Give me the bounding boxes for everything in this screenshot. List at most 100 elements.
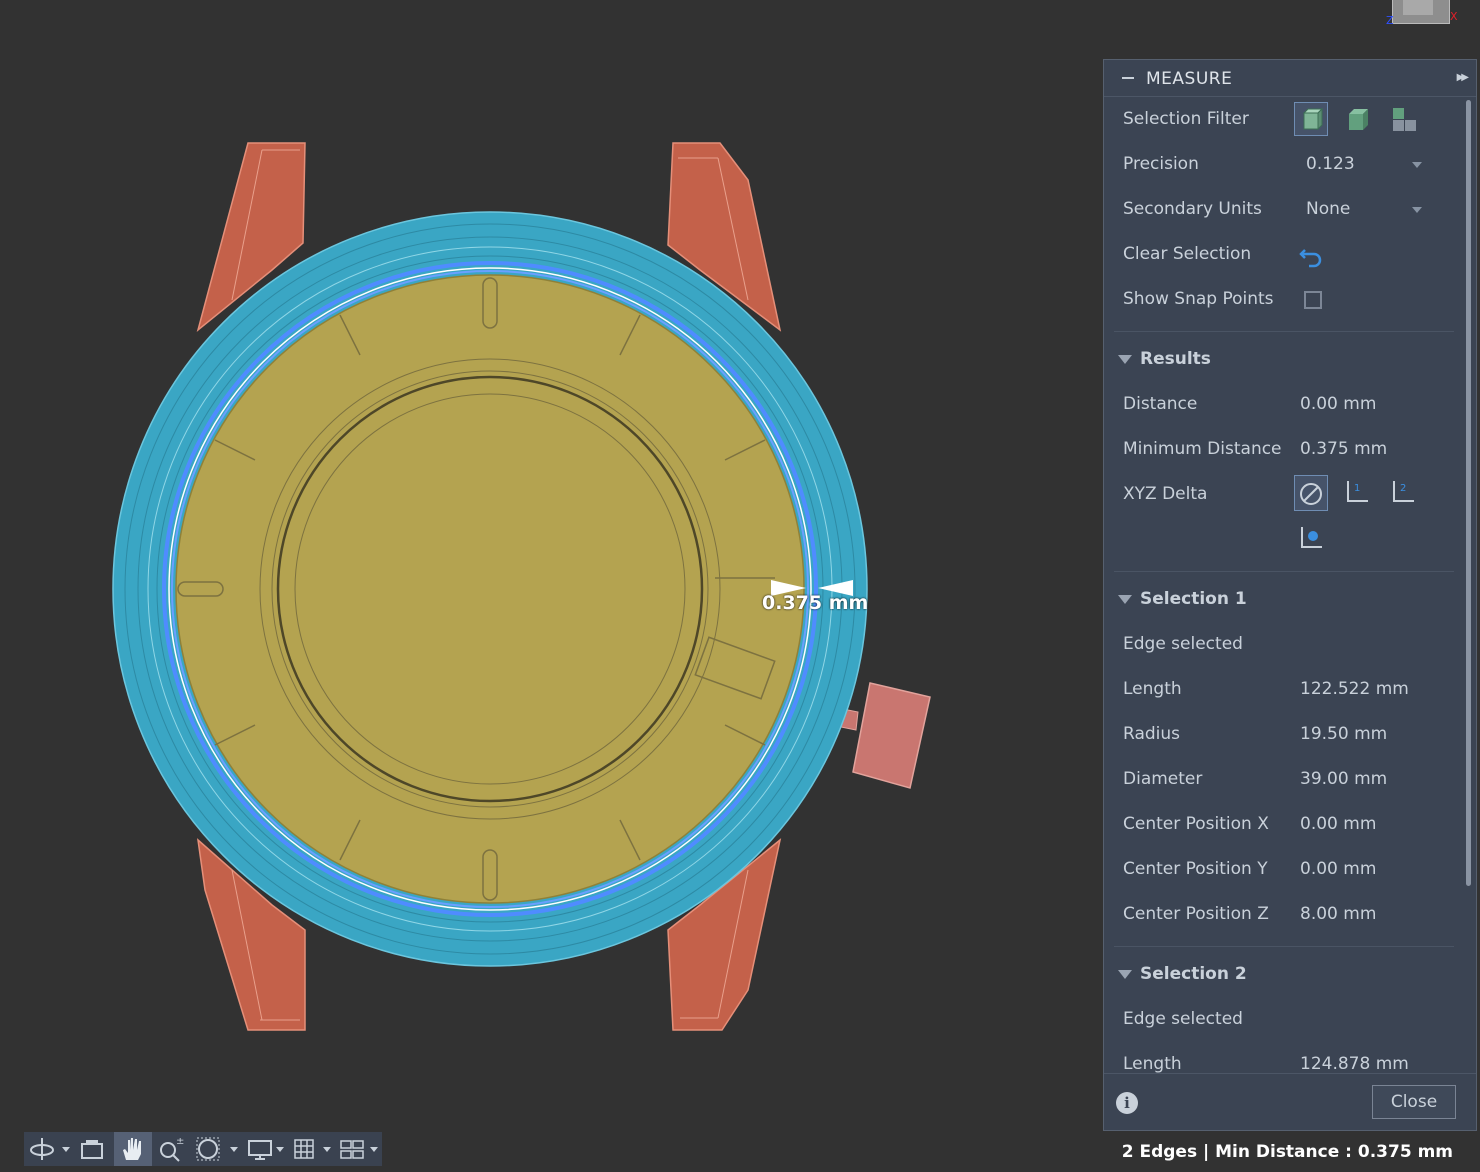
watch-case-model[interactable]: [0, 0, 1100, 1168]
results-section-header[interactable]: Results: [1118, 349, 1211, 369]
view-cube[interactable]: [1392, 0, 1450, 24]
divider: [1114, 946, 1454, 947]
minimum-distance-value: 0.375 mm: [1300, 439, 1388, 459]
selection-2-length-value: 124.878 mm: [1300, 1054, 1409, 1074]
selection-1-radius-value: 19.50 mm: [1300, 724, 1388, 744]
fit-window-button[interactable]: [192, 1132, 226, 1166]
selection-2-section-header[interactable]: Selection 2: [1118, 964, 1247, 984]
xyz-delta-world-button[interactable]: [1294, 521, 1328, 557]
selection-2-header-text: Selection 2: [1140, 964, 1247, 984]
xyz-delta-selection2-button[interactable]: 2: [1386, 475, 1420, 511]
panel-scroll-area[interactable]: Selection Filter Precision 0.123 Seconda…: [1104, 97, 1464, 1075]
component-icon: [1393, 108, 1416, 131]
info-icon[interactable]: i: [1116, 1092, 1138, 1114]
svg-text:1: 1: [1354, 483, 1360, 494]
viewports-button[interactable]: [336, 1132, 370, 1166]
selection-1-diameter-label: Diameter: [1123, 769, 1203, 789]
dial: [175, 274, 805, 904]
look-at-icon: [81, 1140, 103, 1159]
zoom-button[interactable]: ±: [154, 1132, 188, 1166]
precision-dropdown-icon[interactable]: [1412, 162, 1422, 168]
precision-label: Precision: [1123, 154, 1199, 174]
selection-1-length-label: Length: [1123, 679, 1182, 699]
selection-1-center-z-label: Center Position Z: [1123, 904, 1269, 924]
axis-world-icon: [1301, 527, 1322, 548]
display-settings-icon: [248, 1140, 272, 1160]
precision-select[interactable]: 0.123: [1306, 154, 1355, 174]
xyz-delta-selection1-button[interactable]: 1: [1340, 475, 1374, 511]
panel-title: MEASURE: [1146, 69, 1233, 89]
undo-icon[interactable]: [1299, 242, 1325, 268]
3d-viewport[interactable]: 0.375 mm: [0, 0, 1100, 1168]
panel-scrollbar[interactable]: [1466, 100, 1471, 886]
orbit-dropdown-icon[interactable]: [62, 1147, 70, 1152]
secondary-units-label: Secondary Units: [1123, 199, 1262, 219]
selection-1-section-header[interactable]: Selection 1: [1118, 589, 1247, 609]
divider: [1114, 571, 1454, 572]
status-bar-text: 2 Edges | Min Distance : 0.375 mm: [1121, 1142, 1453, 1162]
display-settings-dropdown-icon[interactable]: [276, 1147, 284, 1152]
fit-window-icon: [196, 1137, 220, 1161]
grid-dropdown-icon[interactable]: [323, 1147, 331, 1152]
show-snap-points-checkbox[interactable]: [1304, 291, 1322, 309]
selection-1-center-y-label: Center Position Y: [1123, 859, 1268, 879]
none-icon: [1300, 483, 1322, 505]
xyz-delta-none-button[interactable]: [1294, 475, 1328, 511]
show-snap-points-label: Show Snap Points: [1123, 289, 1274, 309]
body-filter-button[interactable]: [1294, 102, 1328, 136]
expand-panel-icon[interactable]: ▶▶: [1457, 72, 1470, 83]
selection-1-length-value: 122.522 mm: [1300, 679, 1409, 699]
orbit-icon: [30, 1138, 54, 1160]
results-header-text: Results: [1140, 349, 1211, 369]
selection-1-diameter-value: 39.00 mm: [1300, 769, 1388, 789]
selection-filter-label: Selection Filter: [1123, 109, 1249, 129]
xyz-delta-label: XYZ Delta: [1123, 484, 1208, 504]
measure-distance-label: 0.375 mm: [762, 592, 869, 614]
collapse-triangle-icon: [1118, 594, 1132, 604]
component-filter-button[interactable]: [1388, 102, 1422, 136]
selection-1-center-z-value: 8.00 mm: [1300, 904, 1377, 924]
panel-header: MEASURE ▶▶: [1104, 60, 1476, 97]
fit-dropdown-icon[interactable]: [230, 1147, 238, 1152]
selection-1-center-x-label: Center Position X: [1123, 814, 1269, 834]
viewports-icon: [340, 1140, 364, 1159]
zoom-icon: ±: [160, 1136, 184, 1162]
grid-button[interactable]: [290, 1132, 320, 1166]
orbit-button[interactable]: [26, 1132, 60, 1166]
selection-2-length-label: Length: [1123, 1054, 1182, 1074]
selection-1-header-text: Selection 1: [1140, 589, 1247, 609]
face-filter-button[interactable]: [1341, 102, 1375, 136]
axis-2-icon: 2: [1393, 481, 1414, 502]
cube-face-icon: [1349, 109, 1368, 130]
axis-1-icon: 1: [1347, 481, 1368, 502]
selection-2-type: Edge selected: [1123, 1009, 1243, 1029]
minimum-distance-label: Minimum Distance: [1123, 439, 1282, 459]
collapse-triangle-icon: [1118, 969, 1132, 979]
viewports-dropdown-icon[interactable]: [370, 1147, 378, 1152]
clear-selection-label: Clear Selection: [1123, 244, 1252, 264]
selection-1-center-x-value: 0.00 mm: [1300, 814, 1377, 834]
z-axis-label: Z: [1386, 14, 1394, 27]
cube-body-icon: [1302, 107, 1324, 131]
grid-icon: [294, 1139, 314, 1159]
pan-button[interactable]: [114, 1132, 152, 1166]
close-button[interactable]: Close: [1372, 1085, 1456, 1119]
look-at-button[interactable]: [76, 1132, 110, 1166]
collapse-icon[interactable]: [1122, 77, 1134, 79]
panel-footer: i Close: [1104, 1073, 1476, 1130]
divider: [1114, 331, 1454, 332]
secondary-units-dropdown-icon[interactable]: [1412, 207, 1422, 213]
pan-icon: [123, 1138, 141, 1160]
svg-text:2: 2: [1400, 483, 1406, 494]
selection-1-center-y-value: 0.00 mm: [1300, 859, 1377, 879]
svg-text:±: ±: [176, 1136, 184, 1147]
distance-value: 0.00 mm: [1300, 394, 1377, 414]
secondary-units-select[interactable]: None: [1306, 199, 1350, 219]
navigation-toolbar: ±: [24, 1132, 382, 1166]
display-settings-button[interactable]: [244, 1132, 278, 1166]
selection-1-radius-label: Radius: [1123, 724, 1181, 744]
x-axis-label: X: [1450, 10, 1458, 23]
distance-label: Distance: [1123, 394, 1198, 414]
measure-panel: MEASURE ▶▶ Selection Filter Precision 0.…: [1103, 59, 1477, 1131]
collapse-triangle-icon: [1118, 354, 1132, 364]
